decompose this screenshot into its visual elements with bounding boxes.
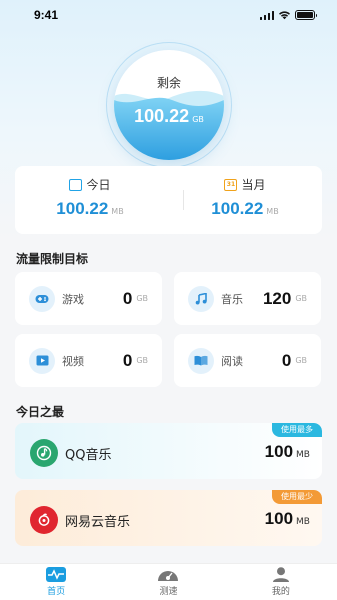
- remaining-label: 剩余: [156, 76, 181, 90]
- app-value-netease-music: 100 MB: [264, 509, 310, 528]
- speedometer-icon: [158, 571, 179, 581]
- limit-value-game: 0: [122, 288, 133, 308]
- user-icon: [272, 567, 289, 582]
- remaining-value: 100.22 GB: [134, 106, 204, 126]
- limit-unit-music: GB: [295, 294, 307, 303]
- limit-card-video[interactable]: 视频 0 GB: [15, 334, 162, 387]
- month-value: 100.22 MB: [211, 199, 279, 218]
- tab-home[interactable]: 首页: [0, 564, 112, 600]
- limit-card-reading[interactable]: 阅读 0 GB: [174, 334, 321, 387]
- limit-value-video: 0: [122, 350, 133, 370]
- bottom-tab-bar: 首页 测速 我的: [0, 563, 337, 600]
- pulse-icon: [46, 567, 67, 582]
- limit-value-music: 120: [262, 288, 292, 308]
- limit-card-music[interactable]: 音乐 120 GB: [174, 272, 321, 325]
- status-icons: [259, 10, 317, 20]
- month-label: 当月: [241, 178, 266, 192]
- limit-value-reading: 0: [281, 350, 292, 370]
- usage-summary-card: 今日 100.22 MB 31 当月 100.22 MB: [15, 166, 322, 234]
- app-name-qq-music: QQ音乐: [65, 448, 112, 463]
- book-icon: [188, 347, 214, 374]
- tab-speedtest[interactable]: 测速: [112, 564, 224, 600]
- music-note-icon: [188, 285, 214, 312]
- calendar-icon: [69, 178, 83, 191]
- today-value: 100.22 MB: [56, 199, 124, 218]
- tab-home-label: 首页: [47, 587, 66, 597]
- limit-name-game: 游戏: [62, 292, 84, 306]
- water-wave-graphic: [114, 90, 224, 160]
- limits-section-title: 流量限制目标: [16, 252, 89, 266]
- limit-unit-reading: GB: [295, 356, 307, 365]
- app-name-netease-music: 网易云音乐: [65, 515, 131, 530]
- app-card-netease-music[interactable]: 使用最少 网易云音乐 100 MB: [15, 490, 322, 546]
- tab-speedtest-label: 测速: [159, 587, 178, 597]
- gamepad-icon: [29, 285, 55, 312]
- app-value-qq-music: 100 MB: [264, 442, 310, 461]
- month-usage[interactable]: 31 当月 100.22 MB: [170, 176, 320, 219]
- today-usage[interactable]: 今日 100.22 MB: [15, 176, 165, 219]
- app-card-qq-music[interactable]: 使用最多 QQ音乐 100 MB: [15, 423, 322, 479]
- today-label: 今日: [86, 178, 111, 192]
- status-bar: 9:41: [0, 0, 337, 30]
- limit-name-music: 音乐: [221, 292, 243, 306]
- remaining-orb: 剩余 100.22 GB: [106, 42, 232, 168]
- tab-profile[interactable]: 我的: [225, 564, 337, 600]
- netease-music-icon: [30, 506, 58, 534]
- battery-icon: [295, 10, 317, 20]
- wifi-icon: [279, 11, 290, 20]
- most-used-badge: 使用最多: [272, 423, 322, 437]
- calendar-31-icon: 31: [224, 178, 238, 191]
- video-icon: [29, 347, 55, 374]
- limit-card-game[interactable]: 游戏 0 GB: [15, 272, 162, 325]
- limit-unit-video: GB: [136, 356, 148, 365]
- qq-music-icon: [30, 439, 58, 467]
- limit-unit-game: GB: [136, 294, 148, 303]
- status-time: 9:41: [34, 8, 59, 22]
- limit-name-video: 视频: [62, 354, 84, 368]
- cellular-signal-icon: [259, 10, 274, 20]
- top-today-section-title: 今日之最: [16, 405, 65, 419]
- least-used-badge: 使用最少: [272, 490, 322, 504]
- tab-profile-label: 我的: [271, 587, 290, 597]
- limit-name-reading: 阅读: [221, 354, 243, 368]
